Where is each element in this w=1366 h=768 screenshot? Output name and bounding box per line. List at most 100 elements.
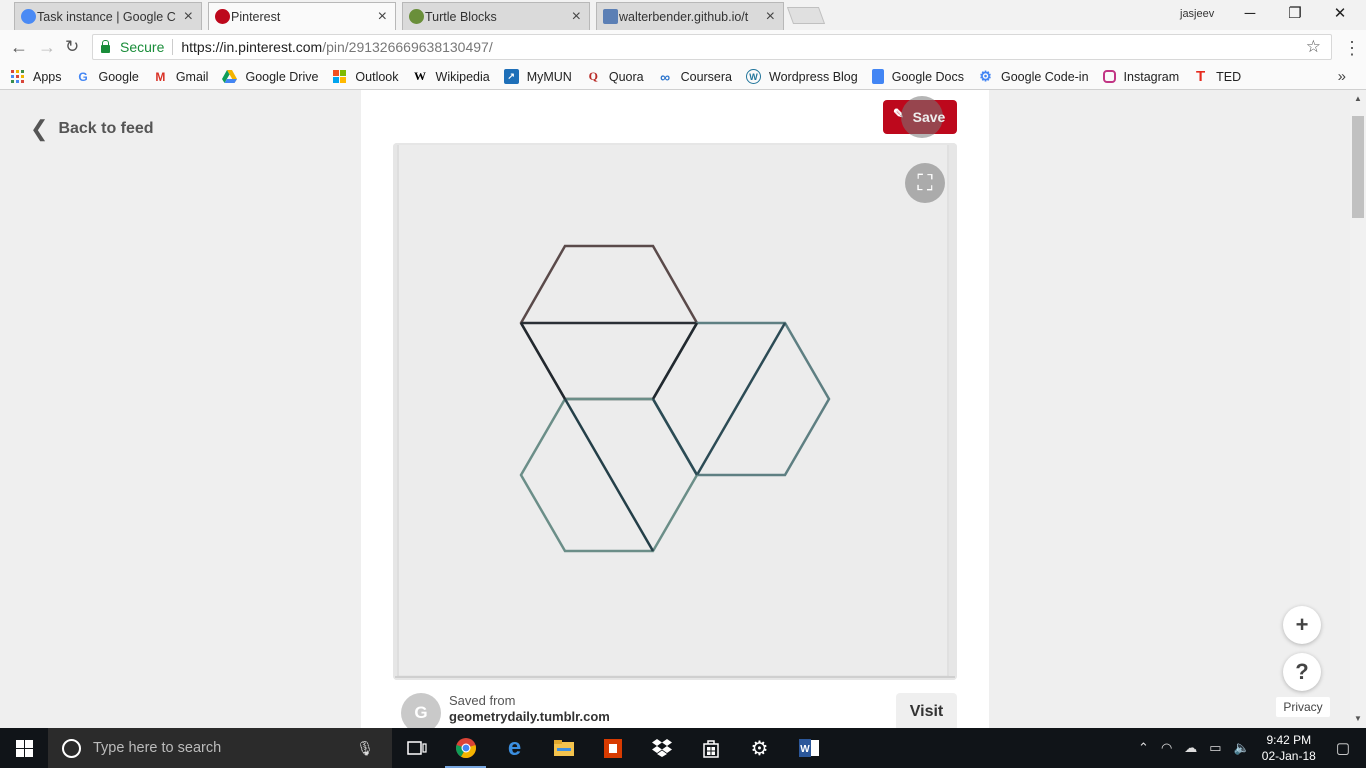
close-window-icon[interactable]: ✕	[1320, 3, 1360, 25]
ted-icon: T	[1196, 68, 1206, 85]
close-tab-icon[interactable]: ×	[184, 8, 193, 25]
bookmark-ted[interactable]: T TED	[1193, 68, 1241, 85]
taskbar-search-input[interactable]: Type here to search 🎙	[48, 728, 392, 768]
bookmark-google[interactable]: G Google	[76, 69, 138, 84]
save-label: Save	[912, 109, 946, 125]
pin-image[interactable]: ⛶	[393, 143, 957, 680]
bookmark-label: Wordpress Blog	[769, 69, 858, 84]
pinterest-icon	[215, 9, 230, 24]
battery-icon[interactable]: ▭	[1209, 740, 1221, 756]
bookmark-wikipedia[interactable]: W Wikipedia	[413, 69, 490, 84]
wifi-icon[interactable]: ◠	[1161, 740, 1172, 756]
chrome-taskbar-icon[interactable]	[441, 728, 490, 768]
source-site-link[interactable]: geometrydaily.tumblr.com	[449, 709, 610, 724]
volume-icon[interactable]: 🔈	[1234, 740, 1250, 756]
mymun-icon: ↗	[503, 69, 519, 84]
windows-start-button[interactable]	[0, 728, 48, 768]
scroll-up-icon[interactable]: ▲	[1354, 94, 1362, 103]
back-arrow-icon[interactable]: ←	[10, 36, 28, 58]
tab-pinterest[interactable]: Pinterest ×	[208, 2, 396, 30]
word-icon[interactable]: W	[784, 728, 833, 768]
store-icon[interactable]	[686, 728, 735, 768]
add-button[interactable]: +	[1283, 606, 1321, 644]
clock-date: 02-Jan-18	[1261, 749, 1316, 763]
restore-icon[interactable]: ❐	[1275, 3, 1315, 25]
back-label: Back to feed	[58, 120, 154, 137]
tab-title: walterbender.github.io/t	[619, 9, 749, 24]
bookmark-coursera[interactable]: ∞ Coursera	[658, 68, 732, 85]
microphone-icon[interactable]: 🎙	[356, 740, 374, 757]
scrollbar-thumb[interactable]	[1352, 116, 1364, 218]
office-store-icon[interactable]	[588, 728, 637, 768]
tab-walterbender[interactable]: walterbender.github.io/t ×	[596, 2, 784, 30]
reload-icon[interactable]: ↻	[65, 36, 79, 58]
onedrive-cloud-icon[interactable]: ☁	[1184, 740, 1197, 756]
bookmark-label: MyMUN	[526, 69, 572, 84]
bookmark-wordpress[interactable]: W Wordpress Blog	[746, 69, 858, 84]
forward-arrow-icon[interactable]: →	[38, 36, 56, 58]
svg-text:W: W	[800, 744, 810, 755]
bookmark-label: Instagram	[1123, 69, 1180, 84]
codein-icon: ⚙	[979, 68, 992, 84]
settings-gear-icon[interactable]: ⚙	[735, 728, 784, 768]
close-tab-icon[interactable]: ×	[766, 8, 775, 25]
close-tab-icon[interactable]: ×	[378, 8, 387, 25]
system-tray: ⌃ ◠ ☁ ▭ 🔈 9:42 PM 02-Jan-18 ▢	[1132, 728, 1366, 768]
windows-logo-icon	[15, 739, 33, 757]
visit-button[interactable]: Visit	[896, 693, 957, 728]
divider	[172, 39, 174, 55]
vertical-scrollbar[interactable]: ▲ ▼	[1350, 90, 1366, 728]
privacy-link[interactable]: Privacy	[1276, 697, 1330, 717]
file-explorer-icon[interactable]	[539, 728, 588, 768]
tab-turtle-blocks[interactable]: Turtle Blocks ×	[402, 2, 590, 30]
google-icon: G	[78, 69, 88, 84]
bookmark-label: Google Docs	[891, 69, 964, 84]
tab-title: Task instance | Google C	[37, 9, 176, 24]
help-button[interactable]: ?	[1283, 653, 1321, 691]
bookmark-instagram[interactable]: Instagram	[1102, 69, 1180, 84]
bookmark-star-icon[interactable]: ☆	[1306, 37, 1321, 57]
tab-title: Turtle Blocks	[425, 9, 497, 24]
bookmark-label: Wikipedia	[435, 69, 490, 84]
show-hidden-icons-icon[interactable]: ⌃	[1138, 740, 1149, 756]
menu-kebab-icon[interactable]: ⋮	[1343, 38, 1361, 59]
bookmark-mymun[interactable]: ↗ MyMUN	[503, 69, 572, 84]
bookmark-outlook[interactable]: Outlook	[332, 69, 399, 84]
save-button[interactable]: ✎ Save	[883, 96, 957, 138]
drive-icon	[222, 69, 238, 84]
minimize-icon[interactable]: ─	[1230, 3, 1270, 25]
more-bookmarks-icon[interactable]: »	[1338, 68, 1346, 85]
avatar-icon	[603, 9, 618, 24]
profile-name[interactable]: jasjeev	[1180, 8, 1214, 20]
bookmark-label: Google Code-in	[1000, 69, 1089, 84]
bookmark-google-drive[interactable]: Google Drive	[222, 69, 318, 84]
browser-toolbar: ← → ↻ Secure https://in.pinterest.com /p…	[0, 30, 1366, 64]
clock[interactable]: 9:42 PM 02-Jan-18	[1262, 732, 1316, 764]
edge-icon[interactable]: e	[490, 728, 539, 768]
bookmarks-bar: Apps G Google M Gmail Google Drive Outlo…	[0, 64, 1366, 90]
bookmark-apps[interactable]: Apps	[10, 69, 62, 84]
secure-label: Secure	[120, 39, 165, 55]
bookmark-google-codein[interactable]: ⚙ Google Code-in	[978, 68, 1089, 84]
docs-icon	[871, 69, 884, 84]
back-to-feed-link[interactable]: ❮ Back to feed	[30, 116, 154, 142]
tab-task-instance[interactable]: Task instance | Google C ×	[14, 2, 202, 30]
bookmark-gmail[interactable]: M Gmail	[153, 69, 209, 84]
new-tab-button[interactable]	[786, 7, 826, 24]
coursera-icon: ∞	[660, 68, 671, 85]
scroll-down-icon[interactable]: ▼	[1354, 714, 1362, 723]
bookmark-label: Gmail	[175, 69, 209, 84]
avatar[interactable]: G	[401, 693, 441, 728]
bookmark-google-docs[interactable]: Google Docs	[871, 69, 964, 84]
address-bar[interactable]: Secure https://in.pinterest.com /pin/291…	[92, 34, 1332, 60]
close-tab-icon[interactable]: ×	[572, 8, 581, 25]
search-placeholder: Type here to search	[93, 740, 222, 756]
action-center-icon[interactable]: ▢	[1336, 739, 1350, 757]
task-view-icon[interactable]	[392, 728, 441, 768]
dropbox-icon[interactable]	[637, 728, 686, 768]
expand-icon[interactable]: ⛶	[905, 163, 945, 203]
tab-strip: Task instance | Google C × Pinterest × T…	[0, 0, 1366, 30]
source-attribution[interactable]: G Saved from geometrydaily.tumblr.com	[401, 693, 610, 728]
bookmark-quora[interactable]: Q Quora	[586, 69, 644, 84]
saved-from-label: Saved from	[449, 693, 516, 708]
